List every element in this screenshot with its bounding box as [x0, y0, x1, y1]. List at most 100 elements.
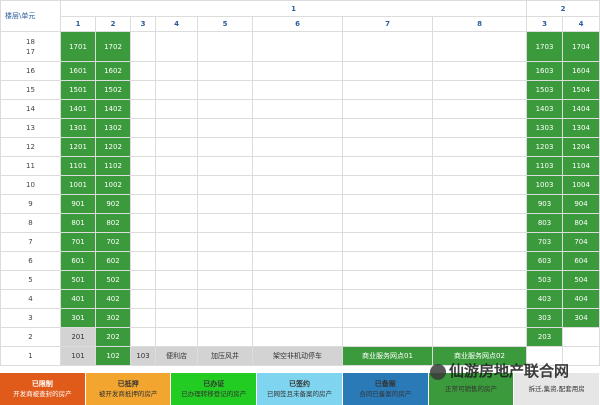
- unit-cell[interactable]: 903: [526, 194, 563, 214]
- unit-cell[interactable]: 402: [95, 289, 131, 309]
- unit-cell[interactable]: 商业服务网点01: [342, 346, 433, 366]
- floor-row: 9 901 902 903 904: [0, 194, 600, 214]
- unit-cell[interactable]: 1103: [526, 156, 563, 176]
- unit-cell[interactable]: 603: [526, 251, 563, 271]
- unit-cell[interactable]: 1304: [562, 118, 600, 138]
- floor-label: 15: [0, 80, 61, 100]
- unit-cell[interactable]: 503: [526, 270, 563, 290]
- unit-cell[interactable]: 501: [60, 270, 96, 290]
- empty-unit-cell: [342, 137, 433, 157]
- unit-cell[interactable]: 302: [95, 308, 131, 328]
- unit-cell[interactable]: 1502: [95, 80, 131, 100]
- unit-cell[interactable]: 1702: [95, 31, 131, 62]
- unit-cell[interactable]: 1203: [526, 137, 563, 157]
- unit-cell[interactable]: 1404: [562, 99, 600, 119]
- empty-unit-cell: [197, 99, 253, 119]
- unit-cell[interactable]: 1004: [562, 175, 600, 195]
- floor-unit-table: 楼层\单元 1 2 1234567834 18 17 1701 1702 1703 17…: [0, 0, 600, 366]
- unit-cell[interactable]: 1102: [95, 156, 131, 176]
- unit-cell[interactable]: 1101: [60, 156, 96, 176]
- floor-label: 2: [0, 327, 61, 347]
- unit-cell[interactable]: 1001: [60, 175, 96, 195]
- unit-cell[interactable]: 加压风井: [197, 346, 253, 366]
- empty-unit-cell: [130, 61, 156, 81]
- unit-cell[interactable]: 102: [95, 346, 131, 366]
- table-body: 楼层\单元 1 2 1234567834 18 17 1701 1702 1703 17…: [0, 0, 600, 366]
- empty-unit-cell: [252, 99, 343, 119]
- legend-title: 已签约: [289, 380, 311, 388]
- legend-desc: 拆迁,集资,配套用房: [528, 385, 585, 393]
- unit-cell[interactable]: 架空非机动停车: [252, 346, 343, 366]
- unit-cell[interactable]: 1301: [60, 118, 96, 138]
- unit-cell[interactable]: 101: [60, 346, 96, 366]
- unit-cell[interactable]: 604: [562, 251, 600, 271]
- unit-cell[interactable]: 1504: [562, 80, 600, 100]
- unit-cell[interactable]: 103: [130, 346, 156, 366]
- unit-cell[interactable]: 203: [526, 327, 563, 347]
- empty-unit-cell: [252, 118, 343, 138]
- unit-cell[interactable]: 1204: [562, 137, 600, 157]
- unit-cell[interactable]: 1002: [95, 175, 131, 195]
- unit-cell[interactable]: 1603: [526, 61, 563, 81]
- unit-cell[interactable]: 901: [60, 194, 96, 214]
- unit-cell[interactable]: 601: [60, 251, 96, 271]
- floor-row: 4 401 402 403 404: [0, 289, 600, 309]
- empty-unit-cell: [197, 270, 253, 290]
- unit-cell[interactable]: 303: [526, 308, 563, 328]
- empty-unit-cell: [252, 232, 343, 252]
- empty-unit-cell: [155, 31, 198, 62]
- floor-row: 15 1501 1502 1503 1504: [0, 80, 600, 100]
- unit-cell[interactable]: 201: [60, 327, 96, 347]
- unit-cell[interactable]: 504: [562, 270, 600, 290]
- unit-cell[interactable]: 404: [562, 289, 600, 309]
- unit-cell[interactable]: 1704: [562, 31, 600, 62]
- empty-unit-cell: [252, 61, 343, 81]
- unit-cell[interactable]: 704: [562, 232, 600, 252]
- empty-unit-cell: [155, 270, 198, 290]
- unit-cell[interactable]: 502: [95, 270, 131, 290]
- unit-cell[interactable]: 1401: [60, 99, 96, 119]
- empty-unit-cell: [155, 137, 198, 157]
- unit-cell[interactable]: 801: [60, 213, 96, 233]
- unit-cell[interactable]: 202: [95, 327, 131, 347]
- unit-cell[interactable]: 1104: [562, 156, 600, 176]
- unit-cell[interactable]: 1201: [60, 137, 96, 157]
- unit-cell[interactable]: 1604: [562, 61, 600, 81]
- empty-unit-cell: [130, 80, 156, 100]
- unit-cell[interactable]: 1202: [95, 137, 131, 157]
- unit-cell[interactable]: 804: [562, 213, 600, 233]
- empty-unit-cell: [432, 99, 527, 119]
- unit-cell[interactable]: 904: [562, 194, 600, 214]
- legend-item: 已备案 合同已备案的房产: [342, 373, 429, 405]
- unit-cell[interactable]: 1701: [60, 31, 96, 62]
- unit-cell[interactable]: 1303: [526, 118, 563, 138]
- unit-cell[interactable]: 1402: [95, 99, 131, 119]
- unit-cell[interactable]: 702: [95, 232, 131, 252]
- unit-cell[interactable]: 803: [526, 213, 563, 233]
- unit-cell[interactable]: 403: [526, 289, 563, 309]
- unit-cell[interactable]: 1302: [95, 118, 131, 138]
- unit-cell[interactable]: 902: [95, 194, 131, 214]
- unit-cell[interactable]: 401: [60, 289, 96, 309]
- unit-cell[interactable]: 602: [95, 251, 131, 271]
- unit-cell[interactable]: 便利店: [155, 346, 198, 366]
- unit-cell[interactable]: 802: [95, 213, 131, 233]
- empty-unit-cell: [342, 99, 433, 119]
- empty-unit-cell: [130, 156, 156, 176]
- unit-cell[interactable]: 1503: [526, 80, 563, 100]
- unit-cell[interactable]: 304: [562, 308, 600, 328]
- empty-unit-cell: [562, 327, 600, 347]
- empty-unit-cell: [155, 61, 198, 81]
- unit-cell[interactable]: 301: [60, 308, 96, 328]
- empty-unit-cell: [197, 80, 253, 100]
- unit-cell[interactable]: 1703: [526, 31, 563, 62]
- unit-cell[interactable]: 1403: [526, 99, 563, 119]
- unit-cell[interactable]: 1003: [526, 175, 563, 195]
- unit-cell[interactable]: 1601: [60, 61, 96, 81]
- empty-unit-cell: [130, 251, 156, 271]
- unit-cell[interactable]: 1602: [95, 61, 131, 81]
- empty-unit-cell: [252, 31, 343, 62]
- unit-cell[interactable]: 703: [526, 232, 563, 252]
- unit-cell[interactable]: 701: [60, 232, 96, 252]
- unit-cell[interactable]: 1501: [60, 80, 96, 100]
